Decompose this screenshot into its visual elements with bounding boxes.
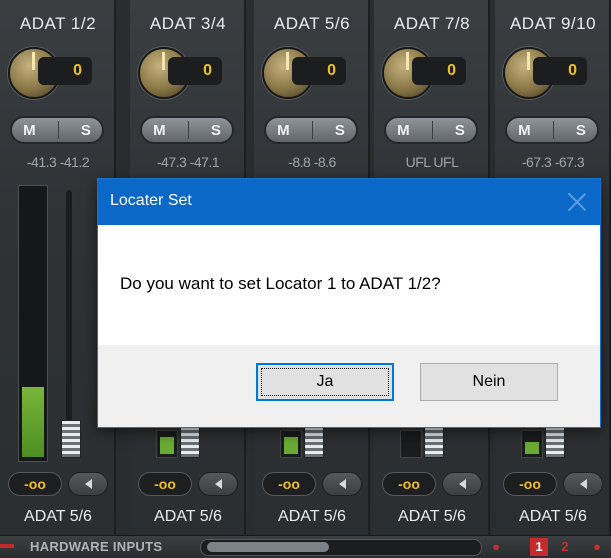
volume-readout[interactable]: -oo [262,472,316,496]
gain-value[interactable]: 0 [533,57,587,85]
gain-control: 0 [138,45,236,99]
dialog-button-area: Ja Nein [98,345,600,427]
close-icon[interactable] [560,185,594,219]
gain-control: 0 [262,45,360,99]
mute-solo-buttons: M S [10,116,104,144]
channel-label[interactable]: ADAT 1/2 [0,14,116,34]
dialog-titlebar[interactable]: Locater Set [98,179,600,225]
meter-fill [284,437,298,454]
divider [431,121,433,139]
peak-level-readout: -41.3 -41.2 [26,154,90,170]
volume-readout[interactable]: -oo [8,472,62,496]
mute-solo-buttons: M S [264,116,358,144]
channel-label[interactable]: ADAT 7/8 [374,14,490,34]
gain-control: 0 [8,45,106,99]
channel-label[interactable]: ADAT 9/10 [495,14,611,34]
volume-readout[interactable]: -oo [138,472,192,496]
yes-button[interactable]: Ja [256,363,394,401]
dialog-title: Locater Set [110,192,192,209]
mute-solo-buttons: M S [384,116,478,144]
pan-left-arrow-icon[interactable] [68,472,108,496]
mute-button[interactable]: M [518,122,531,139]
gain-value[interactable]: 0 [38,57,92,85]
level-meter [156,430,178,458]
solo-button[interactable]: S [576,122,586,139]
pan-left-arrow-icon[interactable] [442,472,482,496]
mute-button[interactable]: M [397,122,410,139]
scrollbar-thumb[interactable] [207,542,329,552]
output-route[interactable]: ADAT 5/6 [254,508,370,526]
solo-button[interactable]: S [455,122,465,139]
solo-button[interactable]: S [335,122,345,139]
level-meter [18,185,48,462]
gain-control: 0 [382,45,480,99]
page-next-marker[interactable]: ● [588,538,606,556]
solo-button[interactable]: S [81,122,91,139]
level-meter [521,430,543,458]
hardware-inputs-bar: HARDWARE INPUTS ● 1 2 ● [0,535,611,558]
output-route[interactable]: ADAT 5/6 [495,508,611,526]
peak-level-readout: -47.3 -47.1 [156,154,220,170]
meter-fill [22,387,44,457]
mute-solo-buttons: M S [140,116,234,144]
output-route[interactable]: ADAT 5/6 [0,508,116,526]
pan-left-arrow-icon[interactable] [563,472,603,496]
volume-readout[interactable]: -oo [503,472,557,496]
mixer-panel: ADAT 1/2 0 M S -41.3 -41.2 -oo ADAT 5/6 … [0,0,611,558]
peak-level-readout: UFL UFL [405,154,459,170]
meter-fill [525,442,539,454]
pan-left-arrow-icon[interactable] [198,472,238,496]
gain-value[interactable]: 0 [168,57,222,85]
peak-level-readout: -8.8 -8.6 [288,154,336,170]
gain-value[interactable]: 0 [292,57,346,85]
channel-label[interactable]: ADAT 5/6 [254,14,370,34]
page-prev-marker[interactable]: ● [487,538,505,556]
output-route[interactable]: ADAT 5/6 [130,508,246,526]
meter-fill [160,437,174,454]
mute-solo-buttons: M S [505,116,599,144]
mute-button[interactable]: M [23,122,36,139]
horizontal-scrollbar[interactable] [200,539,482,556]
fader-handle[interactable] [61,420,81,458]
level-meter [400,430,422,458]
section-label[interactable]: HARDWARE INPUTS [30,539,162,554]
page-button-1[interactable]: 1 [530,538,548,556]
divider [552,121,554,139]
gain-control: 0 [503,45,601,99]
channel-label[interactable]: ADAT 3/4 [130,14,246,34]
output-route[interactable]: ADAT 5/6 [374,508,490,526]
page-button-2[interactable]: 2 [556,538,574,556]
divider [57,121,59,139]
section-marker [0,544,14,548]
divider [187,121,189,139]
mute-button[interactable]: M [277,122,290,139]
volume-readout[interactable]: -oo [382,472,436,496]
locator-set-dialog: Locater Set Do you want to set Locator 1… [97,178,601,428]
level-meter [280,430,302,458]
mute-button[interactable]: M [153,122,166,139]
gain-value[interactable]: 0 [412,57,466,85]
peak-level-readout: -67.3 -67.3 [521,154,585,170]
divider [311,121,313,139]
fader-track[interactable] [66,190,72,450]
solo-button[interactable]: S [211,122,221,139]
pan-left-arrow-icon[interactable] [322,472,362,496]
no-button[interactable]: Nein [420,363,558,401]
dialog-message: Do you want to set Locator 1 to ADAT 1/2… [120,274,441,293]
